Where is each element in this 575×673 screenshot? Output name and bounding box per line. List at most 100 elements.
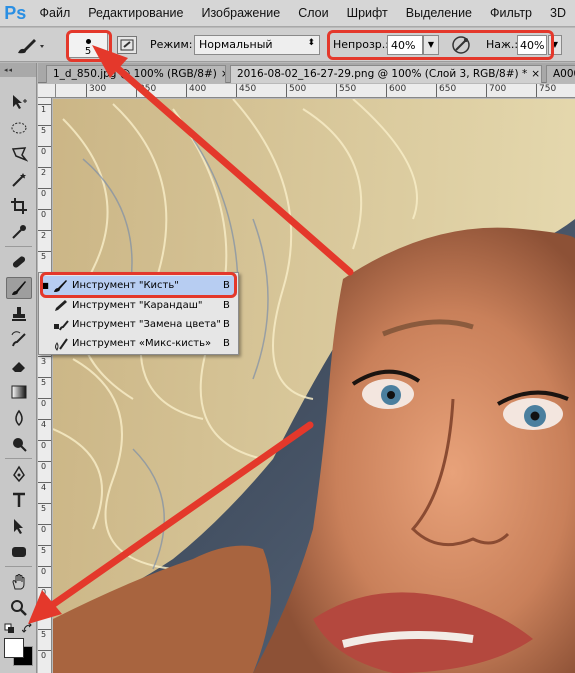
close-icon[interactable]: × (531, 68, 540, 80)
toolbox: ◂◂ (0, 63, 37, 673)
ruler-tick-label: 0 (38, 566, 51, 576)
tool-zoom[interactable] (6, 597, 32, 619)
ruler-tick-label: 5 (38, 125, 51, 135)
ruler-tick-label: 0 (38, 398, 51, 408)
tool-crop[interactable] (6, 195, 32, 217)
ruler-tick-label: 600 (386, 84, 406, 97)
flyout-label: Инструмент "Карандаш" (72, 300, 203, 311)
ruler-tick-label: 700 (486, 84, 506, 97)
move-icon (13, 95, 27, 109)
flyout-item-mixer-brush[interactable]: Инструмент «Микс-кисть» B (40, 334, 237, 353)
toolbox-divider (5, 566, 32, 567)
brush-panel-icon (120, 39, 134, 51)
tool-marquee[interactable] (6, 117, 32, 139)
tab-label: 2016-08-02_16-27-29.png @ 100% (Слой 3, … (237, 68, 528, 80)
tool-gradient[interactable] (6, 381, 32, 403)
ruler-tick-label: 0 (38, 146, 51, 156)
tool-healing[interactable] (6, 251, 32, 273)
tab-document-2[interactable]: 2016-08-02_16-27-29.png @ 100% (Слой 3, … (230, 65, 542, 83)
vertical-ruler[interactable]: 150200250300350400450500550 (38, 98, 52, 673)
foreground-color-swatch[interactable] (4, 638, 24, 658)
tool-shape[interactable] (6, 541, 32, 563)
shape-icon (12, 547, 26, 557)
lasso-icon (11, 147, 28, 162)
toolbox-collapse[interactable]: ◂◂ (0, 63, 36, 77)
flyout-shortcut: B (223, 319, 230, 330)
mode-select[interactable]: Нормальный ⬍ (194, 35, 320, 55)
flyout-item-color-replacement[interactable]: Инструмент "Замена цвета" B (40, 315, 237, 334)
ruler-tick-label: 0 (38, 461, 51, 471)
ruler-tick-label: 5 (38, 608, 51, 618)
flyout-item-pencil[interactable]: Инструмент "Карандаш" B (40, 296, 237, 315)
ruler-tick-label: 550 (336, 84, 356, 97)
pen-icon (13, 465, 25, 483)
menu-3d[interactable]: 3D (541, 6, 575, 20)
ruler-tick-label: 5 (38, 629, 51, 639)
tool-magic-wand[interactable] (6, 169, 32, 191)
brush-icon (18, 39, 44, 54)
close-icon[interactable]: × (221, 68, 225, 80)
menu-select[interactable]: Выделение (397, 6, 481, 20)
history-brush-icon (11, 331, 26, 347)
tool-history-brush[interactable] (6, 329, 32, 351)
highlight-brush-size (66, 30, 112, 62)
tool-brush[interactable] (6, 277, 32, 299)
tab-label: A000 (553, 68, 575, 80)
ruler-tick-label: 650 (436, 84, 456, 97)
tab-document-3[interactable]: A000 (546, 65, 575, 83)
menu-edit[interactable]: Редактирование (79, 6, 192, 20)
ruler-tick-label: 0 (38, 524, 51, 534)
type-icon (13, 492, 25, 507)
ruler-tick-label: 400 (186, 84, 206, 97)
ruler-tick-label: 450 (236, 84, 256, 97)
tool-pen[interactable] (6, 463, 32, 485)
default-colors-icon[interactable] (4, 623, 16, 635)
document-canvas[interactable] (53, 99, 575, 673)
mode-value: Нормальный (199, 38, 273, 51)
tool-type[interactable] (6, 489, 32, 511)
tool-hand[interactable] (6, 571, 32, 593)
tool-path-select[interactable] (6, 515, 32, 537)
ruler-tick-label: 4 (38, 482, 51, 492)
blur-icon (15, 409, 23, 427)
highlight-brush-tool-item (40, 272, 237, 298)
ruler-tick-label: 750 (536, 84, 556, 97)
ruler-tick-label: 0 (38, 209, 51, 219)
magic-wand-icon (12, 173, 26, 187)
flyout-shortcut: B (223, 300, 230, 311)
tab-document-1[interactable]: 1_d_850.jpg @ 100% (RGB/8#) × (46, 65, 226, 83)
ruler-tick-label: 0 (38, 440, 51, 450)
ruler-tick-label: 5 (38, 503, 51, 513)
tool-move[interactable] (6, 91, 32, 113)
tool-lasso[interactable] (6, 143, 32, 165)
brush-panel-button[interactable] (117, 36, 137, 54)
ruler-tick-label: 0 (38, 587, 51, 597)
flyout-label: Инструмент «Микс-кисть» (72, 338, 212, 349)
menu-type[interactable]: Шрифт (338, 6, 397, 20)
tool-preset-picker[interactable] (14, 35, 54, 57)
photo (53, 99, 575, 673)
tool-dodge[interactable] (6, 433, 32, 455)
menu-filter[interactable]: Фильтр (481, 6, 541, 20)
horizontal-ruler[interactable]: 300350400450500550600650700750800 (56, 84, 575, 98)
tool-blur[interactable] (6, 407, 32, 429)
path-select-icon (14, 519, 23, 534)
tool-eyedropper[interactable] (6, 221, 32, 243)
tool-eraser[interactable] (6, 355, 32, 377)
menu-layers[interactable]: Слои (289, 6, 337, 20)
mixer-brush-icon (55, 337, 68, 351)
color-replace-icon (54, 319, 69, 330)
menu-image[interactable]: Изображение (192, 6, 289, 20)
marquee-icon (11, 122, 27, 134)
ruler-tick-label: 5 (38, 251, 51, 261)
mode-label: Режим: (150, 38, 193, 51)
select-arrows-icon: ⬍ (307, 38, 315, 48)
ruler-tick-label: 350 (136, 84, 156, 97)
app-logo: Ps (4, 2, 27, 23)
menu-file[interactable]: Файл (31, 6, 80, 20)
flyout-label: Инструмент "Замена цвета" (72, 319, 221, 330)
tool-clone-stamp[interactable] (6, 303, 32, 325)
ruler-tick-label: 2 (38, 230, 51, 240)
swap-colors-icon[interactable] (22, 623, 34, 635)
ruler-origin[interactable] (38, 84, 56, 98)
